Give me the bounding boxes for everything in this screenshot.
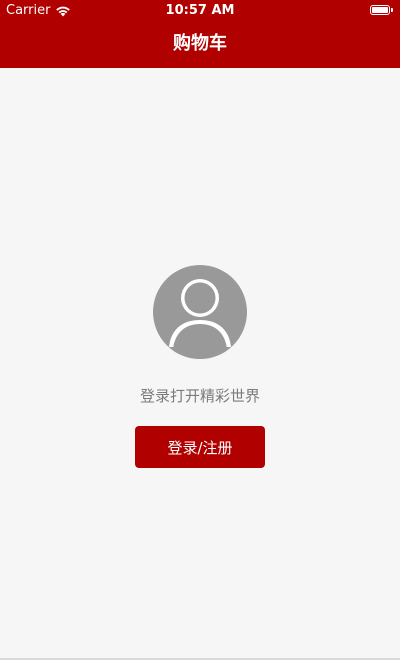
empty-cart-content: 登录打开精彩世界 登录/注册: [0, 68, 400, 658]
login-register-button[interactable]: 登录/注册: [135, 426, 265, 468]
status-time: 10:57 AM: [165, 3, 235, 18]
battery-icon: [370, 5, 393, 15]
login-prompt: 登录打开精彩世界: [139, 387, 260, 405]
cart-screen: Carrier 10:57 AM 购物车 登录打开精彩世界 登录/注册: [0, 0, 400, 660]
user-avatar-icon: [153, 265, 247, 359]
page-title: 购物车: [173, 33, 227, 54]
top-bar: Carrier 10:57 AM 购物车: [0, 0, 400, 68]
status-bar: Carrier 10:57 AM: [0, 0, 400, 22]
